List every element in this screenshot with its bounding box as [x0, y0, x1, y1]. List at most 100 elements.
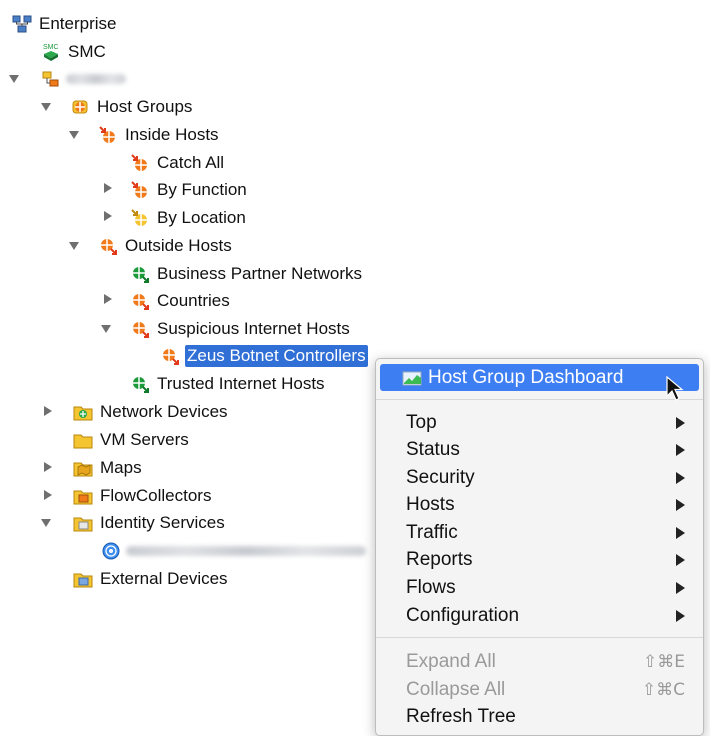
- tree-label: External Devices: [100, 569, 228, 588]
- menu-item-traffic[interactable]: Traffic: [376, 519, 703, 546]
- host-group-icon: [130, 208, 150, 228]
- tree-item-identity-services[interactable]: Identity Services: [73, 510, 227, 536]
- menu-item-top[interactable]: Top: [376, 409, 703, 436]
- tree-item-countries[interactable]: Countries: [130, 288, 232, 314]
- submenu-arrow-icon: [676, 498, 685, 511]
- host-group-icon: [98, 236, 118, 256]
- dashboard-icon: [402, 368, 422, 388]
- submenu-arrow-icon: [676, 553, 685, 566]
- disclosure-triangle[interactable]: [9, 75, 19, 83]
- tree-item-zeus-botnet-controllers[interactable]: Zeus Botnet Controllers: [160, 343, 368, 369]
- tree-label: Host Groups: [97, 97, 193, 116]
- tree-label: By Location: [157, 208, 246, 227]
- folder-icon: [73, 430, 93, 450]
- host-group-icon: [130, 264, 150, 284]
- host-group-icon: [130, 153, 150, 173]
- folder-icon: [73, 513, 93, 533]
- host-group-icon: [130, 291, 150, 311]
- menu-item-security[interactable]: Security: [376, 464, 703, 491]
- pointer-cursor-icon: [666, 376, 684, 401]
- tree-item-business-partner-networks[interactable]: Business Partner Networks: [130, 261, 364, 287]
- tree-label: By Function: [157, 180, 247, 199]
- tree-label: Countries: [157, 291, 230, 310]
- globe-icon: [101, 541, 121, 561]
- disclosure-triangle[interactable]: [69, 131, 79, 139]
- tree-item-flowcollectors[interactable]: FlowCollectors: [73, 483, 213, 509]
- disclosure-triangle[interactable]: [101, 325, 111, 333]
- tree-label: Maps: [100, 458, 142, 477]
- submenu-arrow-icon: [676, 471, 685, 484]
- shortcut-label: ⇧⌘C: [641, 679, 685, 700]
- tree-item-smc[interactable]: SMC SMC: [41, 39, 108, 65]
- tree-label: SMC: [68, 42, 106, 61]
- menu-item-label: Traffic: [406, 521, 458, 543]
- tree-item-by-location[interactable]: By Location: [130, 205, 248, 231]
- disclosure-triangle[interactable]: [44, 462, 52, 472]
- folder-icon: [73, 569, 93, 589]
- tree-label: Catch All: [157, 153, 225, 172]
- shortcut-label: ⇧⌘E: [643, 651, 685, 672]
- tree-item-by-function[interactable]: By Function: [130, 177, 249, 203]
- disclosure-triangle[interactable]: [104, 183, 112, 193]
- disclosure-triangle[interactable]: [44, 406, 52, 416]
- tree-item-inside-hosts[interactable]: Inside Hosts: [98, 122, 221, 148]
- submenu-arrow-icon: [676, 443, 685, 456]
- menu-item-collapse-all[interactable]: Collapse All ⇧⌘C: [376, 676, 703, 703]
- tree-item-maps[interactable]: Maps: [73, 455, 144, 481]
- menu-item-label: Refresh Tree: [406, 705, 516, 727]
- tree-item-identity-server[interactable]: [101, 538, 366, 564]
- menu-separator: [376, 399, 703, 400]
- tree-label: Inside Hosts: [125, 125, 219, 144]
- tree-item-network-devices[interactable]: Network Devices: [73, 399, 230, 425]
- tree-label: Zeus Botnet Controllers: [185, 345, 368, 367]
- svg-text:SMC: SMC: [43, 44, 59, 51]
- tree-item-vm-servers[interactable]: VM Servers: [73, 427, 191, 453]
- host-group-icon: [98, 125, 118, 145]
- smc-icon: SMC: [41, 42, 61, 62]
- tree-item-outside-hosts[interactable]: Outside Hosts: [98, 233, 234, 259]
- tree-label: Network Devices: [100, 402, 228, 421]
- folder-icon: [73, 486, 93, 506]
- menu-item-label: Status: [406, 438, 460, 460]
- context-menu: Host Group Dashboard Top Status Security…: [375, 358, 704, 736]
- disclosure-triangle[interactable]: [44, 490, 52, 500]
- menu-item-configuration[interactable]: Configuration: [376, 602, 703, 629]
- disclosure-triangle[interactable]: [104, 294, 112, 304]
- tree-label: VM Servers: [100, 430, 189, 449]
- disclosure-triangle[interactable]: [41, 103, 51, 111]
- menu-item-label: Collapse All: [406, 678, 506, 700]
- submenu-arrow-icon: [676, 609, 685, 622]
- menu-item-expand-all[interactable]: Expand All ⇧⌘E: [376, 648, 703, 675]
- blurred-server-name: [126, 546, 366, 556]
- submenu-arrow-icon: [676, 416, 685, 429]
- host-group-icon: [70, 97, 90, 117]
- tree-item-trusted-internet-hosts[interactable]: Trusted Internet Hosts: [130, 371, 327, 397]
- tree-item-enterprise[interactable]: Enterprise: [12, 11, 118, 37]
- menu-item-reports[interactable]: Reports: [376, 546, 703, 573]
- tree-item-host-groups[interactable]: Host Groups: [70, 94, 194, 120]
- menu-item-label: Configuration: [406, 604, 520, 626]
- menu-item-status[interactable]: Status: [376, 436, 703, 463]
- tree-item-domain[interactable]: [41, 66, 126, 92]
- disclosure-triangle[interactable]: [104, 211, 112, 221]
- menu-item-refresh-tree[interactable]: Refresh Tree: [376, 703, 703, 730]
- tree-label: Identity Services: [100, 513, 225, 532]
- disclosure-triangle[interactable]: [69, 242, 79, 250]
- folder-icon: [73, 402, 93, 422]
- menu-separator: [376, 637, 703, 638]
- menu-item-hosts[interactable]: Hosts: [376, 491, 703, 518]
- domain-icon: [41, 69, 61, 89]
- tree-item-catch-all[interactable]: Catch All: [130, 150, 226, 176]
- tree-label: Suspicious Internet Hosts: [157, 319, 350, 338]
- menu-item-host-group-dashboard[interactable]: Host Group Dashboard: [380, 364, 699, 391]
- submenu-arrow-icon: [676, 581, 685, 594]
- tree-label: FlowCollectors: [100, 486, 212, 505]
- menu-item-label: Host Group Dashboard: [428, 366, 624, 388]
- menu-item-label: Hosts: [406, 493, 455, 515]
- tree-item-external-devices[interactable]: External Devices: [73, 566, 230, 592]
- network-icon: [12, 14, 32, 34]
- disclosure-triangle[interactable]: [41, 519, 51, 527]
- menu-item-label: Flows: [406, 576, 456, 598]
- tree-item-suspicious-internet-hosts[interactable]: Suspicious Internet Hosts: [130, 316, 352, 342]
- menu-item-flows[interactable]: Flows: [376, 574, 703, 601]
